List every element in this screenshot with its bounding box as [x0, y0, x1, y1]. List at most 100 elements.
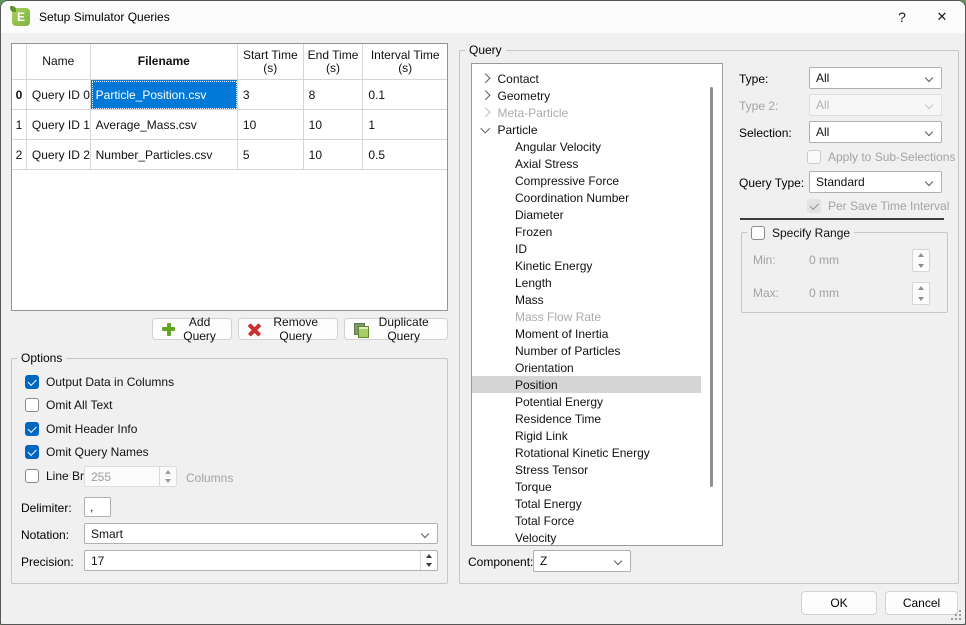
tree-item[interactable]: Rotational Kinetic Energy [472, 444, 701, 461]
tree-item[interactable]: Stress Tensor [472, 461, 701, 478]
tree-item[interactable]: ID [472, 240, 701, 257]
tree-item[interactable]: Number of Particles [472, 342, 701, 359]
close-button[interactable]: ✕ [925, 3, 959, 31]
table-corner-cell[interactable] [12, 44, 27, 80]
table-cell[interactable]: Number_Particles.csv [91, 140, 238, 170]
precision-spin-buttons[interactable] [420, 551, 437, 570]
table-cell[interactable]: 3 [238, 80, 304, 110]
specify-range-checkbox[interactable] [751, 226, 765, 240]
plus-icon [162, 323, 172, 336]
row-header[interactable]: 1 [12, 110, 27, 140]
notation-select[interactable]: Smart [84, 523, 438, 544]
tree-item[interactable]: Potential Energy [472, 393, 701, 410]
ok-button[interactable]: OK [801, 591, 877, 615]
component-select[interactable]: Z [533, 550, 631, 572]
separator-line [740, 218, 944, 220]
tree-item[interactable]: Frozen [472, 223, 701, 240]
option-label: Omit Header Info [46, 422, 137, 436]
precision-stepper[interactable]: 17 [84, 550, 438, 571]
tree-item[interactable]: Mass [472, 291, 701, 308]
tree-item[interactable]: Angular Velocity [472, 138, 701, 155]
table-cell[interactable]: 10 [304, 110, 364, 140]
help-button[interactable]: ? [885, 3, 919, 31]
tree-item[interactable]: Total Energy [472, 495, 701, 512]
option-checkbox[interactable] [25, 445, 39, 459]
max-label: Max: [753, 286, 779, 300]
setup-simulator-queries-dialog: E Setup Simulator Queries ? ✕ NameFilena… [0, 0, 966, 625]
selection-select[interactable]: All [809, 121, 942, 143]
option-checkbox[interactable] [25, 422, 39, 436]
line-break-checkbox[interactable] [25, 469, 39, 483]
tree-item[interactable]: Total Force [472, 512, 701, 529]
queries-table[interactable]: Name FilenameStart Time(s)End Time(s)Inte… [11, 43, 448, 311]
query-tree[interactable]: ContactGeometryMeta-ParticleParticleAngu… [471, 63, 723, 546]
tree-item-label: Coordination Number [515, 191, 629, 205]
tree-item[interactable]: Residence Time [472, 410, 701, 427]
row-header[interactable]: 2 [12, 140, 27, 170]
tree-scrollbar[interactable] [710, 87, 713, 487]
tree-item[interactable]: Contact [472, 70, 701, 87]
tree-item-label: Orientation [515, 361, 574, 375]
tree-item[interactable]: Diameter [472, 206, 701, 223]
tree-item[interactable]: Moment of Inertia [472, 325, 701, 342]
tree-item[interactable]: Kinetic Energy [472, 257, 701, 274]
tree-item[interactable]: Orientation [472, 359, 701, 376]
chevron-collapsed-icon[interactable] [481, 108, 490, 117]
table-cell[interactable]: 10 [238, 110, 304, 140]
precision-value: 17 [85, 551, 420, 570]
chevron-down-icon [925, 74, 933, 82]
table-cell[interactable]: Particle_Position.csv [91, 80, 238, 110]
column-header[interactable]: Filename [91, 44, 238, 80]
tree-item[interactable]: Coordination Number [472, 189, 701, 206]
tree-item-label: Stress Tensor [515, 463, 588, 477]
column-header[interactable]: Name [27, 44, 91, 80]
type-select[interactable]: All [809, 67, 942, 89]
tree-item[interactable]: Particle [472, 121, 701, 138]
column-header[interactable]: Interval Time(s) [363, 44, 447, 80]
remove-x-icon [248, 323, 258, 336]
min-label: Min: [753, 253, 776, 267]
chevron-expanded-icon[interactable] [481, 123, 490, 132]
chevron-collapsed-icon[interactable] [481, 74, 490, 83]
table-cell[interactable]: 0.1 [363, 80, 447, 110]
duplicate-query-button[interactable]: Duplicate Query [344, 318, 448, 340]
column-header[interactable]: Start Time(s) [238, 44, 304, 80]
add-query-button[interactable]: Add Query [152, 318, 232, 340]
tree-item-label: Mass Flow Rate [515, 310, 601, 324]
delimiter-input[interactable]: , [84, 497, 111, 517]
option-checkbox[interactable] [25, 398, 39, 412]
query-type-select[interactable]: Standard [809, 171, 942, 193]
tree-item-label: Rotational Kinetic Energy [515, 446, 650, 460]
tree-item-label: Total Energy [515, 497, 582, 511]
table-cell[interactable]: 1 [363, 110, 447, 140]
tree-item[interactable]: Torque [472, 478, 701, 495]
tree-item[interactable]: Geometry [472, 87, 701, 104]
table-cell[interactable]: Query ID 2 [27, 140, 91, 170]
tree-item[interactable]: Length [472, 274, 701, 291]
cancel-button[interactable]: Cancel [885, 591, 958, 615]
table-cell[interactable]: Average_Mass.csv [91, 110, 238, 140]
table-cell[interactable]: 0.5 [363, 140, 447, 170]
tree-item-label: Contact [498, 72, 539, 86]
tree-item[interactable]: Rigid Link [472, 427, 701, 444]
column-header-label: Name [42, 55, 74, 68]
tree-item-label: Particle [498, 123, 538, 137]
tree-item[interactable]: Compressive Force [472, 172, 701, 189]
table-cell[interactable]: 8 [304, 80, 364, 110]
resize-grip[interactable] [949, 608, 961, 620]
table-cell[interactable]: 10 [304, 140, 364, 170]
table-cell[interactable]: Query ID 0 [27, 80, 91, 110]
tree-item-label: Length [515, 276, 552, 290]
min-spin-buttons [912, 249, 930, 272]
column-header[interactable]: End Time(s) [304, 44, 364, 80]
table-cell[interactable]: 5 [238, 140, 304, 170]
tree-item[interactable]: Position [472, 376, 701, 393]
remove-query-button[interactable]: Remove Query [238, 318, 338, 340]
tree-item-label: ID [515, 242, 527, 256]
option-checkbox[interactable] [25, 375, 39, 389]
chevron-collapsed-icon[interactable] [481, 91, 490, 100]
tree-item[interactable]: Velocity [472, 529, 701, 546]
tree-item[interactable]: Axial Stress [472, 155, 701, 172]
table-cell[interactable]: Query ID 1 [27, 110, 91, 140]
row-header[interactable]: 0 [12, 80, 27, 110]
